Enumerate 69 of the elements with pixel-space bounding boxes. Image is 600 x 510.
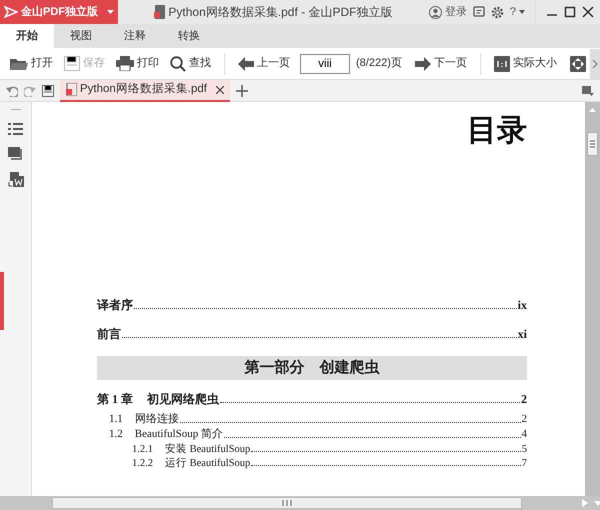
part-heading: 第一部分 创建爬虫: [97, 356, 527, 380]
toc-entry-title[interactable]: 前言: [97, 327, 121, 342]
page-number-field[interactable]: viii: [300, 54, 350, 74]
left-arrow-icon: [238, 56, 254, 70]
pdf-file-icon: [154, 5, 166, 19]
horizontal-scrollbar-thumb-icon[interactable]: [52, 497, 522, 509]
close-icon[interactable]: [216, 86, 224, 94]
message-icon[interactable]: [472, 6, 485, 18]
toc-entry-title[interactable]: 安装 BeautifulSoup: [165, 442, 250, 456]
right-arrow-icon: [414, 56, 431, 70]
collapse-handle[interactable]: [0, 272, 4, 330]
help-button[interactable]: ?: [510, 4, 525, 20]
ribbon-tab[interactable]: 注释: [108, 24, 162, 48]
search-icon: [170, 56, 186, 72]
page-count-text: (8/222)页: [356, 56, 402, 72]
toc-entry-title[interactable]: BeautifulSoup 简介: [134, 428, 224, 442]
toc-entry-title[interactable]: 初见网络爬虫: [147, 392, 219, 407]
toc-entry-title[interactable]: 运行 BeautifulSoup: [165, 456, 250, 470]
ribbon-tab[interactable]: 开始: [0, 24, 54, 48]
pages-icon[interactable]: [8, 147, 23, 160]
toc-number: 1.2.2: [132, 456, 153, 470]
fit-page-icon[interactable]: [570, 56, 586, 72]
save-icon: [64, 56, 80, 71]
toolbar-button[interactable]: 上一页: [234, 53, 294, 74]
toc-page-number: ix: [518, 298, 527, 313]
toolbar-button[interactable]: 打开: [6, 53, 57, 74]
grip-icon[interactable]: [10, 108, 20, 111]
toc-page-number: 4: [522, 428, 527, 442]
actual-size-icon: [494, 56, 510, 72]
toolbar-button[interactable]: 实际大小: [490, 53, 561, 74]
toc-number: 1.2.1: [132, 442, 153, 456]
convert-to-word-icon[interactable]: [8, 172, 24, 188]
add-tab-icon[interactable]: [236, 84, 248, 96]
plane-logo-icon: [4, 5, 18, 19]
printer-icon: [116, 56, 134, 71]
list-icon[interactable]: [8, 123, 23, 135]
document-tab[interactable]: Python网络数据采集.pdf: [60, 80, 230, 102]
pdf-file-icon: [66, 83, 77, 96]
toc-page-number: 5: [522, 442, 527, 456]
maximize-icon[interactable]: [564, 6, 576, 18]
vertical-scrollbar[interactable]: [585, 102, 600, 496]
toc-number: 1.1: [109, 413, 123, 427]
login-button[interactable]: 登录: [428, 4, 467, 20]
close-icon[interactable]: [582, 6, 594, 18]
tab-list-icon[interactable]: [582, 84, 594, 96]
toc-number: 1.2: [109, 428, 123, 442]
toc-page-number: 2: [522, 413, 527, 427]
toc-entry-title[interactable]: 网络连接: [134, 413, 179, 427]
toolbar-button[interactable]: 下一页: [410, 53, 471, 74]
caret-icon: [519, 10, 525, 14]
toc-entry-title[interactable]: 译者序: [97, 298, 133, 313]
toc-number: 第 1 章: [97, 392, 133, 407]
user-icon: [428, 6, 442, 18]
window-title: Python网络数据采集.pdf - 金山PDF独立版: [168, 4, 392, 21]
toc-page-number: 7: [522, 456, 527, 470]
folder-icon: [10, 56, 28, 70]
undo-icon[interactable]: [6, 84, 18, 96]
scrollbar-thumb-icon[interactable]: [587, 132, 598, 156]
toc-heading: 目录: [466, 113, 527, 149]
toc-page-number: xi: [518, 327, 527, 342]
caret-icon: [107, 10, 114, 14]
toolbar-button[interactable]: 打印: [112, 53, 163, 74]
ribbon-tab[interactable]: 视图: [54, 24, 108, 48]
ribbon-tab[interactable]: 转换: [162, 24, 216, 48]
save-icon[interactable]: [42, 84, 54, 96]
settings-icon[interactable]: [490, 6, 504, 18]
app-menu-button[interactable]: 金山PDF独立版: [0, 0, 118, 24]
toolbar-button[interactable]: 查找: [166, 53, 215, 74]
toc-page-number: 2: [521, 392, 527, 407]
